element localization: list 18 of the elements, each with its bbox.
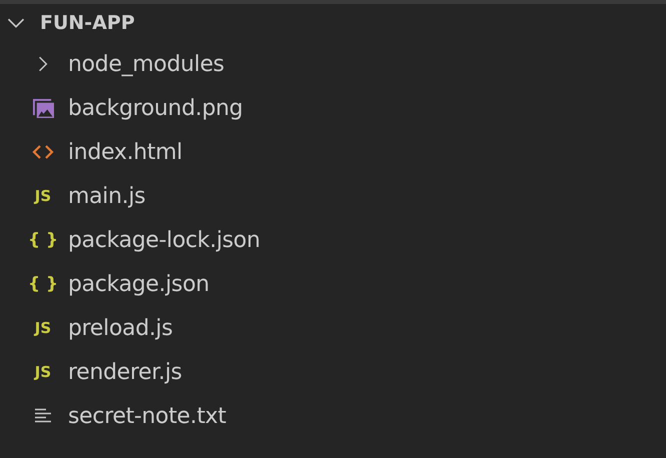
folder-item[interactable]: node_modules xyxy=(0,42,666,86)
file-item[interactable]: { } package.json xyxy=(0,262,666,306)
js-icon: JS xyxy=(34,363,52,381)
file-item[interactable]: JS preload.js xyxy=(0,306,666,350)
file-item[interactable]: secret-note.txt xyxy=(0,394,666,438)
image-icon xyxy=(32,98,54,118)
file-item[interactable]: JS main.js xyxy=(0,174,666,218)
file-item[interactable]: JS renderer.js xyxy=(0,350,666,394)
js-icon: JS xyxy=(34,187,52,205)
code-brackets-icon xyxy=(32,144,54,160)
file-item[interactable]: index.html xyxy=(0,130,666,174)
braces-icon: { } xyxy=(28,230,58,250)
js-icon: JS xyxy=(34,319,52,337)
explorer-root[interactable]: FUN-APP xyxy=(0,4,666,42)
file-item[interactable]: { } package-lock.json xyxy=(0,218,666,262)
text-lines-icon xyxy=(34,408,52,424)
braces-icon: { } xyxy=(28,274,58,294)
file-item[interactable]: background.png xyxy=(0,86,666,130)
